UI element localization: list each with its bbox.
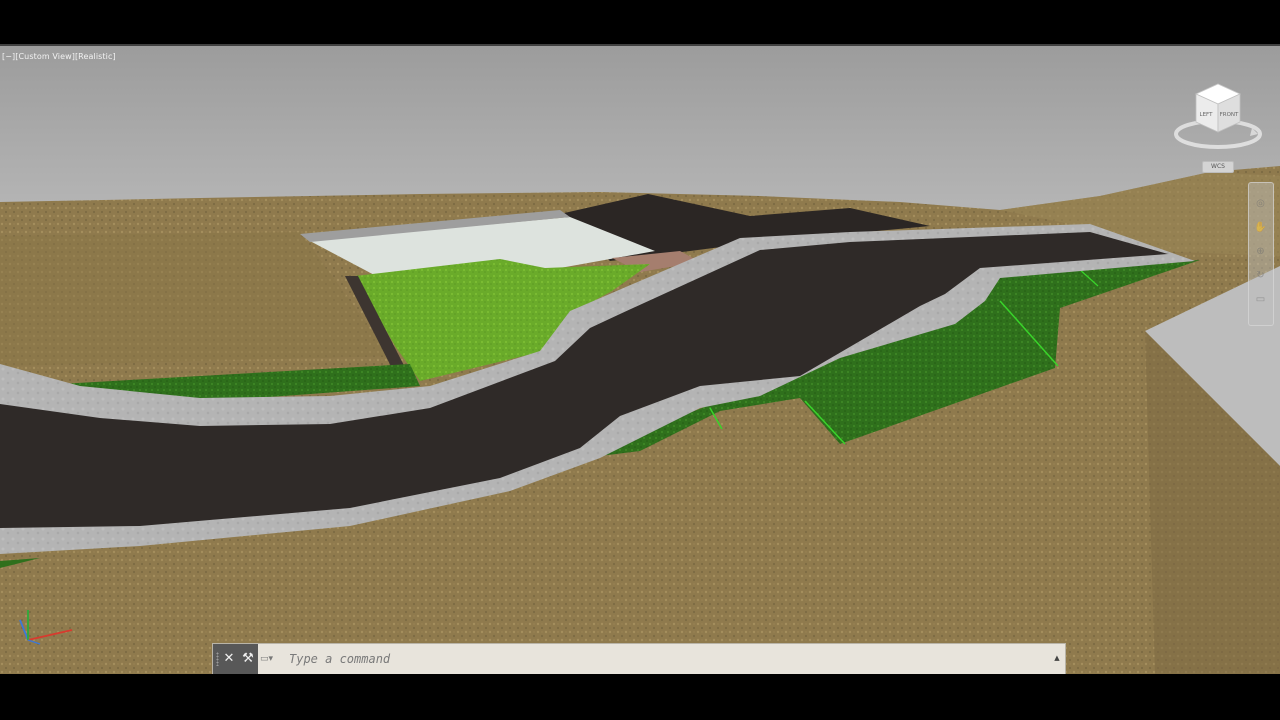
viewcube-front-label: FRONT xyxy=(1220,112,1239,118)
zoom-icon[interactable]: ⊕ xyxy=(1254,245,1267,258)
wrench-icon[interactable]: ⚒ xyxy=(240,650,256,668)
y-axis-icon xyxy=(19,619,29,641)
model-viewport[interactable]: [−][Custom View][Realistic] LEFT FRONT W… xyxy=(0,44,1280,674)
command-input[interactable] xyxy=(285,648,1053,670)
pan-icon[interactable]: ✋ xyxy=(1254,221,1267,234)
steering-wheel-icon[interactable]: ◎ xyxy=(1254,197,1267,210)
viewport-controls-label[interactable]: [−][Custom View][Realistic] xyxy=(2,52,116,61)
navigation-bar: ◎ ✋ ⊕ ↻ ▭ xyxy=(1248,182,1274,326)
wcs-menu[interactable]: WCS xyxy=(1202,161,1234,173)
x-axis-icon xyxy=(27,629,73,641)
letterbox-top xyxy=(0,0,1280,44)
orbit-icon[interactable]: ↻ xyxy=(1254,269,1267,282)
letterbox-bottom xyxy=(0,674,1280,720)
terrain-scene[interactable] xyxy=(0,46,1280,674)
command-prompt-icon[interactable]: ▭▾ xyxy=(260,652,282,666)
showmotion-icon[interactable]: ▭ xyxy=(1254,293,1267,306)
command-line: ✕ ⚒ ▭▾ ▲ xyxy=(212,643,1066,674)
command-line-handle[interactable]: ✕ ⚒ xyxy=(213,644,258,674)
close-icon[interactable]: ✕ xyxy=(221,650,237,668)
grip-icon[interactable] xyxy=(216,652,219,666)
chevron-up-icon[interactable]: ▲ xyxy=(1053,653,1061,663)
ucs-icon xyxy=(19,610,73,645)
viewcube-left-label: LEFT xyxy=(1200,112,1214,118)
y-axis-tick xyxy=(27,639,41,645)
